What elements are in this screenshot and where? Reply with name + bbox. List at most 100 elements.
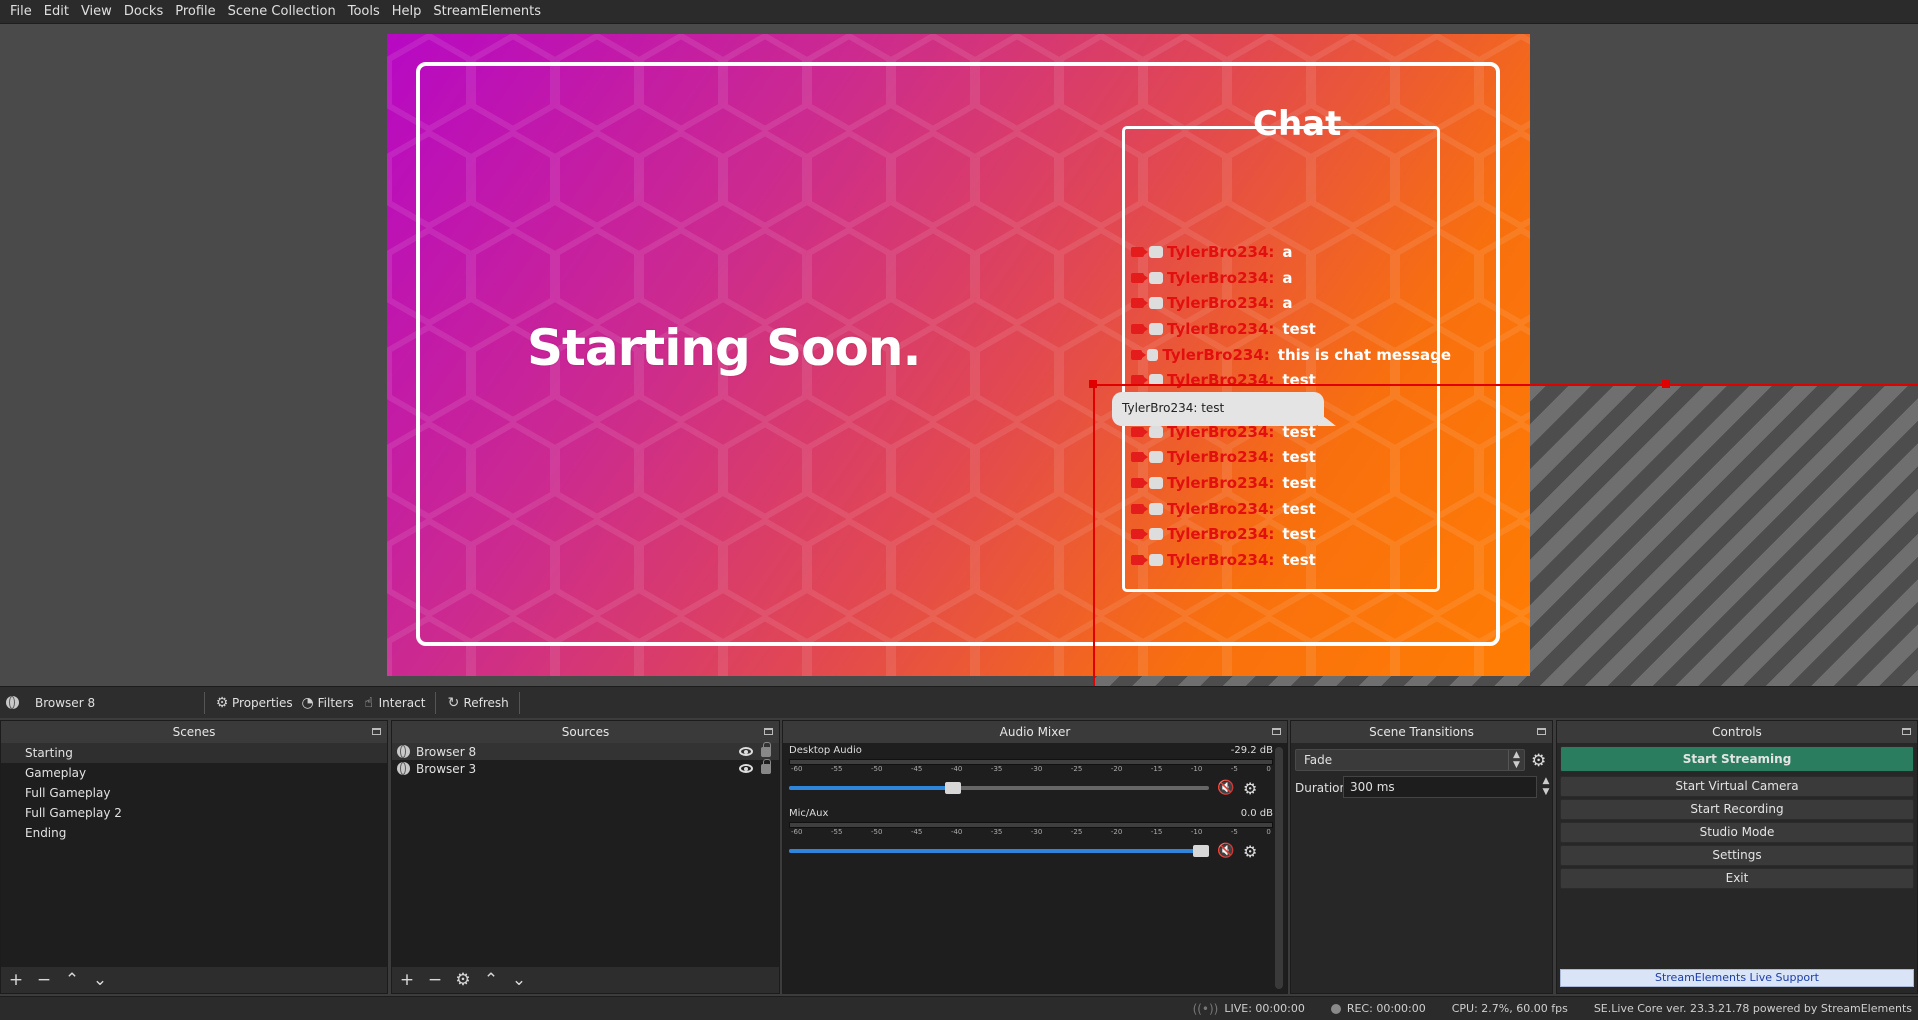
- studio-mode-button[interactable]: Studio Mode: [1560, 822, 1914, 843]
- scene-canvas[interactable]: Starting Soon. Chat TylerBro234: a TylerBr…: [387, 34, 1530, 676]
- lock-icon[interactable]: [761, 758, 771, 774]
- chat-text: test: [1282, 499, 1316, 518]
- visibility-eye-icon[interactable]: [739, 764, 753, 773]
- controls-title: Controls: [1712, 725, 1762, 739]
- refresh-button[interactable]: ↻ Refresh: [442, 696, 512, 710]
- menu-file[interactable]: File: [4, 0, 38, 24]
- source-item[interactable]: Browser 8: [392, 741, 779, 760]
- exit-button[interactable]: Exit: [1560, 868, 1914, 889]
- menu-help[interactable]: Help: [386, 0, 428, 24]
- undock-icon[interactable]: [1537, 728, 1546, 735]
- scrollbar[interactable]: [1275, 747, 1283, 989]
- remove-scene-icon[interactable]: −: [33, 970, 55, 990]
- resize-handle-top[interactable]: [1662, 380, 1670, 388]
- scene-item[interactable]: Starting: [1, 743, 387, 763]
- menu-tools[interactable]: Tools: [342, 0, 386, 24]
- meter-tick-label: -35: [990, 765, 1003, 773]
- filters-button[interactable]: ◔ Filters: [297, 696, 358, 710]
- chat-username: TylerBro234:: [1167, 499, 1275, 518]
- interact-label: Interact: [378, 695, 426, 710]
- chat-text: test: [1282, 448, 1316, 467]
- scene-item[interactable]: Gameplay: [1, 763, 387, 783]
- remove-source-icon[interactable]: −: [424, 970, 446, 990]
- start-recording-button[interactable]: Start Recording: [1560, 799, 1914, 820]
- menu-profile[interactable]: Profile: [169, 0, 221, 24]
- camera-badge-icon: [1131, 323, 1148, 334]
- bot-badge-icon: [1149, 271, 1163, 284]
- volume-slider[interactable]: [789, 845, 1209, 857]
- channel-db: -29.2 dB: [1230, 745, 1273, 756]
- transition-select[interactable]: Fade ▲ ▼: [1295, 749, 1525, 771]
- controls-body: Start Streaming Start Virtual Camera Sta…: [1557, 743, 1917, 993]
- muted-speaker-icon[interactable]: 🔇: [1217, 780, 1243, 796]
- undock-icon[interactable]: [372, 728, 381, 735]
- starting-soon-text: Starting Soon.: [527, 319, 921, 377]
- chat-username: TylerBro234:: [1167, 242, 1275, 261]
- channel-name: Mic/Aux: [789, 808, 829, 819]
- visibility-eye-icon[interactable]: [739, 747, 753, 756]
- add-source-icon[interactable]: +: [396, 970, 418, 990]
- undock-icon[interactable]: [1272, 728, 1281, 735]
- meter-ticks: -60 -55 -50 -45 -40 -35 -30 -25 -20 -15 -10 -5 0: [789, 828, 1273, 842]
- chat-username: TylerBro234:: [1167, 448, 1275, 467]
- move-up-icon[interactable]: ⌃: [61, 970, 83, 990]
- move-up-icon[interactable]: ⌃: [480, 970, 502, 990]
- camera-badge-icon: [1131, 503, 1148, 514]
- preview-area[interactable]: Starting Soon. Chat TylerBro234: a TylerBr…: [0, 24, 1918, 686]
- chat-message: TylerBro234: a: [1131, 265, 1451, 291]
- chat-message: TylerBro234: test: [1131, 547, 1451, 573]
- scene-item[interactable]: Ending: [1, 823, 387, 843]
- resize-handle-top-left[interactable]: [1089, 380, 1097, 388]
- meter-tick-label: -25: [1070, 828, 1083, 836]
- record-dot-icon: [1330, 1003, 1341, 1014]
- scene-item[interactable]: Full Gameplay 2: [1, 803, 387, 823]
- menu-edit[interactable]: Edit: [38, 0, 75, 24]
- gear-icon[interactable]: ⚙: [1243, 842, 1257, 861]
- browser-globe-icon: [397, 762, 410, 775]
- add-scene-icon[interactable]: +: [5, 970, 27, 990]
- move-down-icon[interactable]: ⌄: [89, 970, 111, 990]
- duration-input[interactable]: 300 ms: [1343, 776, 1537, 798]
- live-support-button[interactable]: StreamElements Live Support: [1560, 969, 1914, 987]
- duration-spinner-icon[interactable]: ▲ ▼: [1539, 776, 1553, 798]
- camera-badge-icon: [1131, 555, 1148, 566]
- chat-text: test: [1282, 551, 1316, 570]
- duration-label: Duration: [1295, 781, 1348, 795]
- filters-label: Filters: [317, 695, 354, 710]
- scenes-dock: Scenes Starting Gameplay Full Gameplay F…: [0, 720, 388, 994]
- meter-tick-label: -35: [990, 828, 1003, 836]
- menu-docks[interactable]: Docks: [118, 0, 169, 24]
- start-streaming-button[interactable]: Start Streaming: [1560, 746, 1914, 772]
- scenes-title: Scenes: [172, 725, 216, 739]
- meter-tick-label: -15: [1150, 765, 1163, 773]
- menu-scene-collection[interactable]: Scene Collection: [222, 0, 342, 24]
- undock-icon[interactable]: [764, 728, 773, 735]
- bot-badge-icon: [1149, 425, 1163, 438]
- properties-button[interactable]: ⚙ Properties: [211, 696, 297, 710]
- gear-icon[interactable]: ⚙: [452, 970, 474, 990]
- source-item[interactable]: Browser 3: [392, 758, 779, 777]
- move-down-icon[interactable]: ⌄: [508, 970, 530, 990]
- volume-slider[interactable]: [789, 782, 1209, 794]
- chat-username: TylerBro234:: [1167, 268, 1275, 287]
- muted-speaker-icon[interactable]: 🔇: [1217, 843, 1243, 859]
- start-virtual-camera-button[interactable]: Start Virtual Camera: [1560, 776, 1914, 797]
- lock-icon[interactable]: [761, 741, 771, 757]
- mixer-channel: Desktop Audio -29.2 dB -60 -55 -50 -45 -40 -3…: [789, 745, 1273, 798]
- menu-streamelements[interactable]: StreamElements: [427, 0, 547, 24]
- undock-icon[interactable]: [1902, 728, 1911, 735]
- status-bar: ((•)) LIVE: 00:00:00 REC: 00:00:00 CPU: …: [0, 996, 1918, 1020]
- slider-knob[interactable]: [1193, 845, 1209, 857]
- interact-button[interactable]: ☝ Interact: [358, 696, 430, 710]
- bot-badge-icon: [1149, 528, 1163, 541]
- dock-title: Controls: [1557, 721, 1917, 743]
- scene-item[interactable]: Full Gameplay: [1, 783, 387, 803]
- transitions-title: Scene Transitions: [1369, 725, 1474, 739]
- gear-icon[interactable]: ⚙: [1243, 779, 1257, 798]
- menu-view[interactable]: View: [75, 0, 118, 24]
- gear-icon[interactable]: ⚙: [1531, 751, 1546, 771]
- slider-knob[interactable]: [944, 782, 961, 794]
- settings-button[interactable]: Settings: [1560, 845, 1914, 866]
- bot-badge-icon: [1149, 245, 1163, 258]
- meter-tick-label: -40: [950, 765, 963, 773]
